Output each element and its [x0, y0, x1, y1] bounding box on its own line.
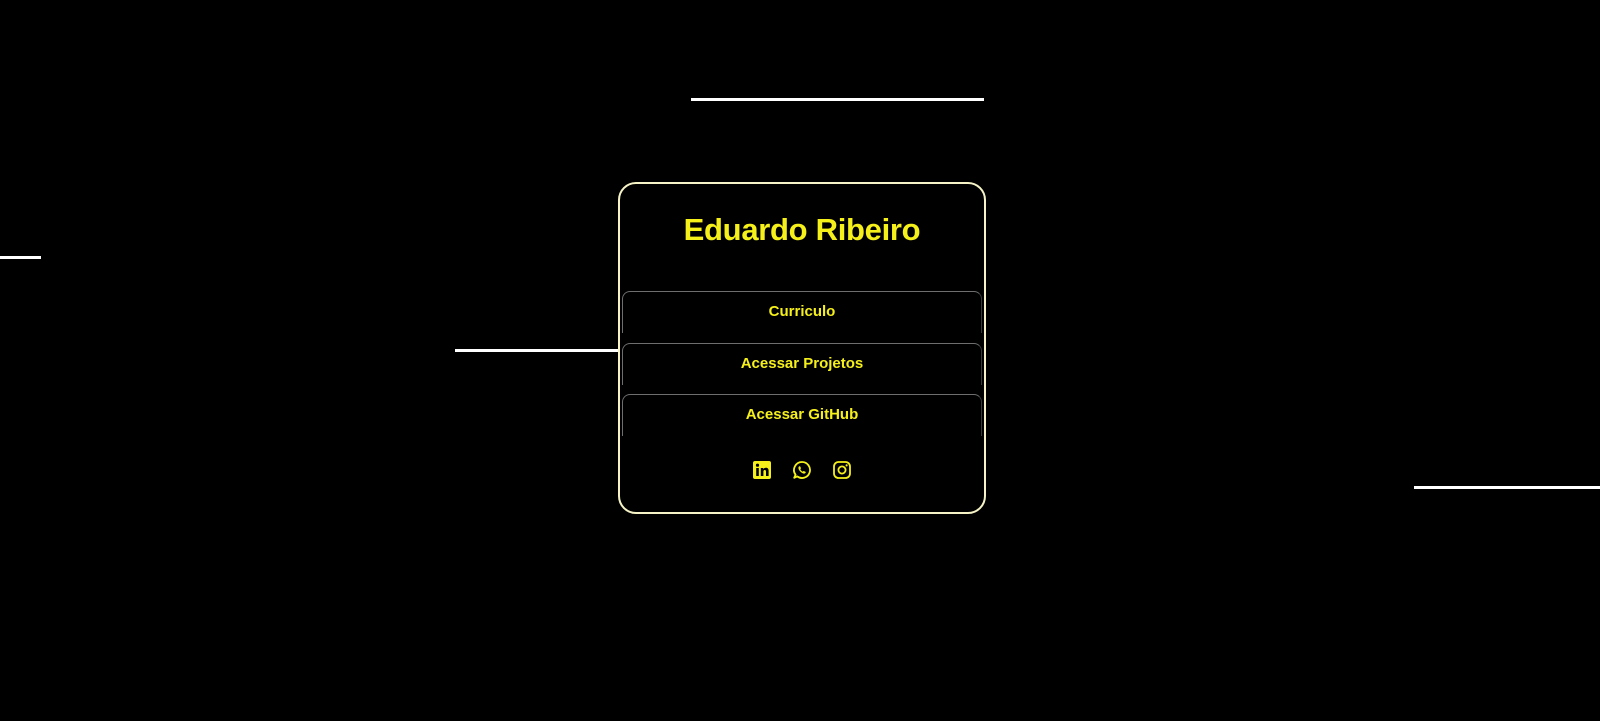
whatsapp-icon[interactable] [792, 460, 812, 480]
decorative-line-top [691, 98, 984, 101]
profile-name: Eduardo Ribeiro [683, 212, 921, 247]
instagram-icon[interactable] [832, 460, 852, 480]
decorative-line-right [1414, 486, 1600, 489]
decorative-line-left [0, 256, 41, 259]
social-links [620, 460, 984, 480]
profile-card: Eduardo Ribeiro Curriculo Acessar Projet… [618, 182, 986, 514]
curriculo-button[interactable]: Curriculo [622, 291, 982, 333]
linkedin-icon[interactable] [752, 460, 772, 480]
github-button[interactable]: Acessar GitHub [622, 394, 982, 436]
decorative-line-middle [455, 349, 620, 352]
projects-button[interactable]: Acessar Projetos [622, 343, 982, 385]
